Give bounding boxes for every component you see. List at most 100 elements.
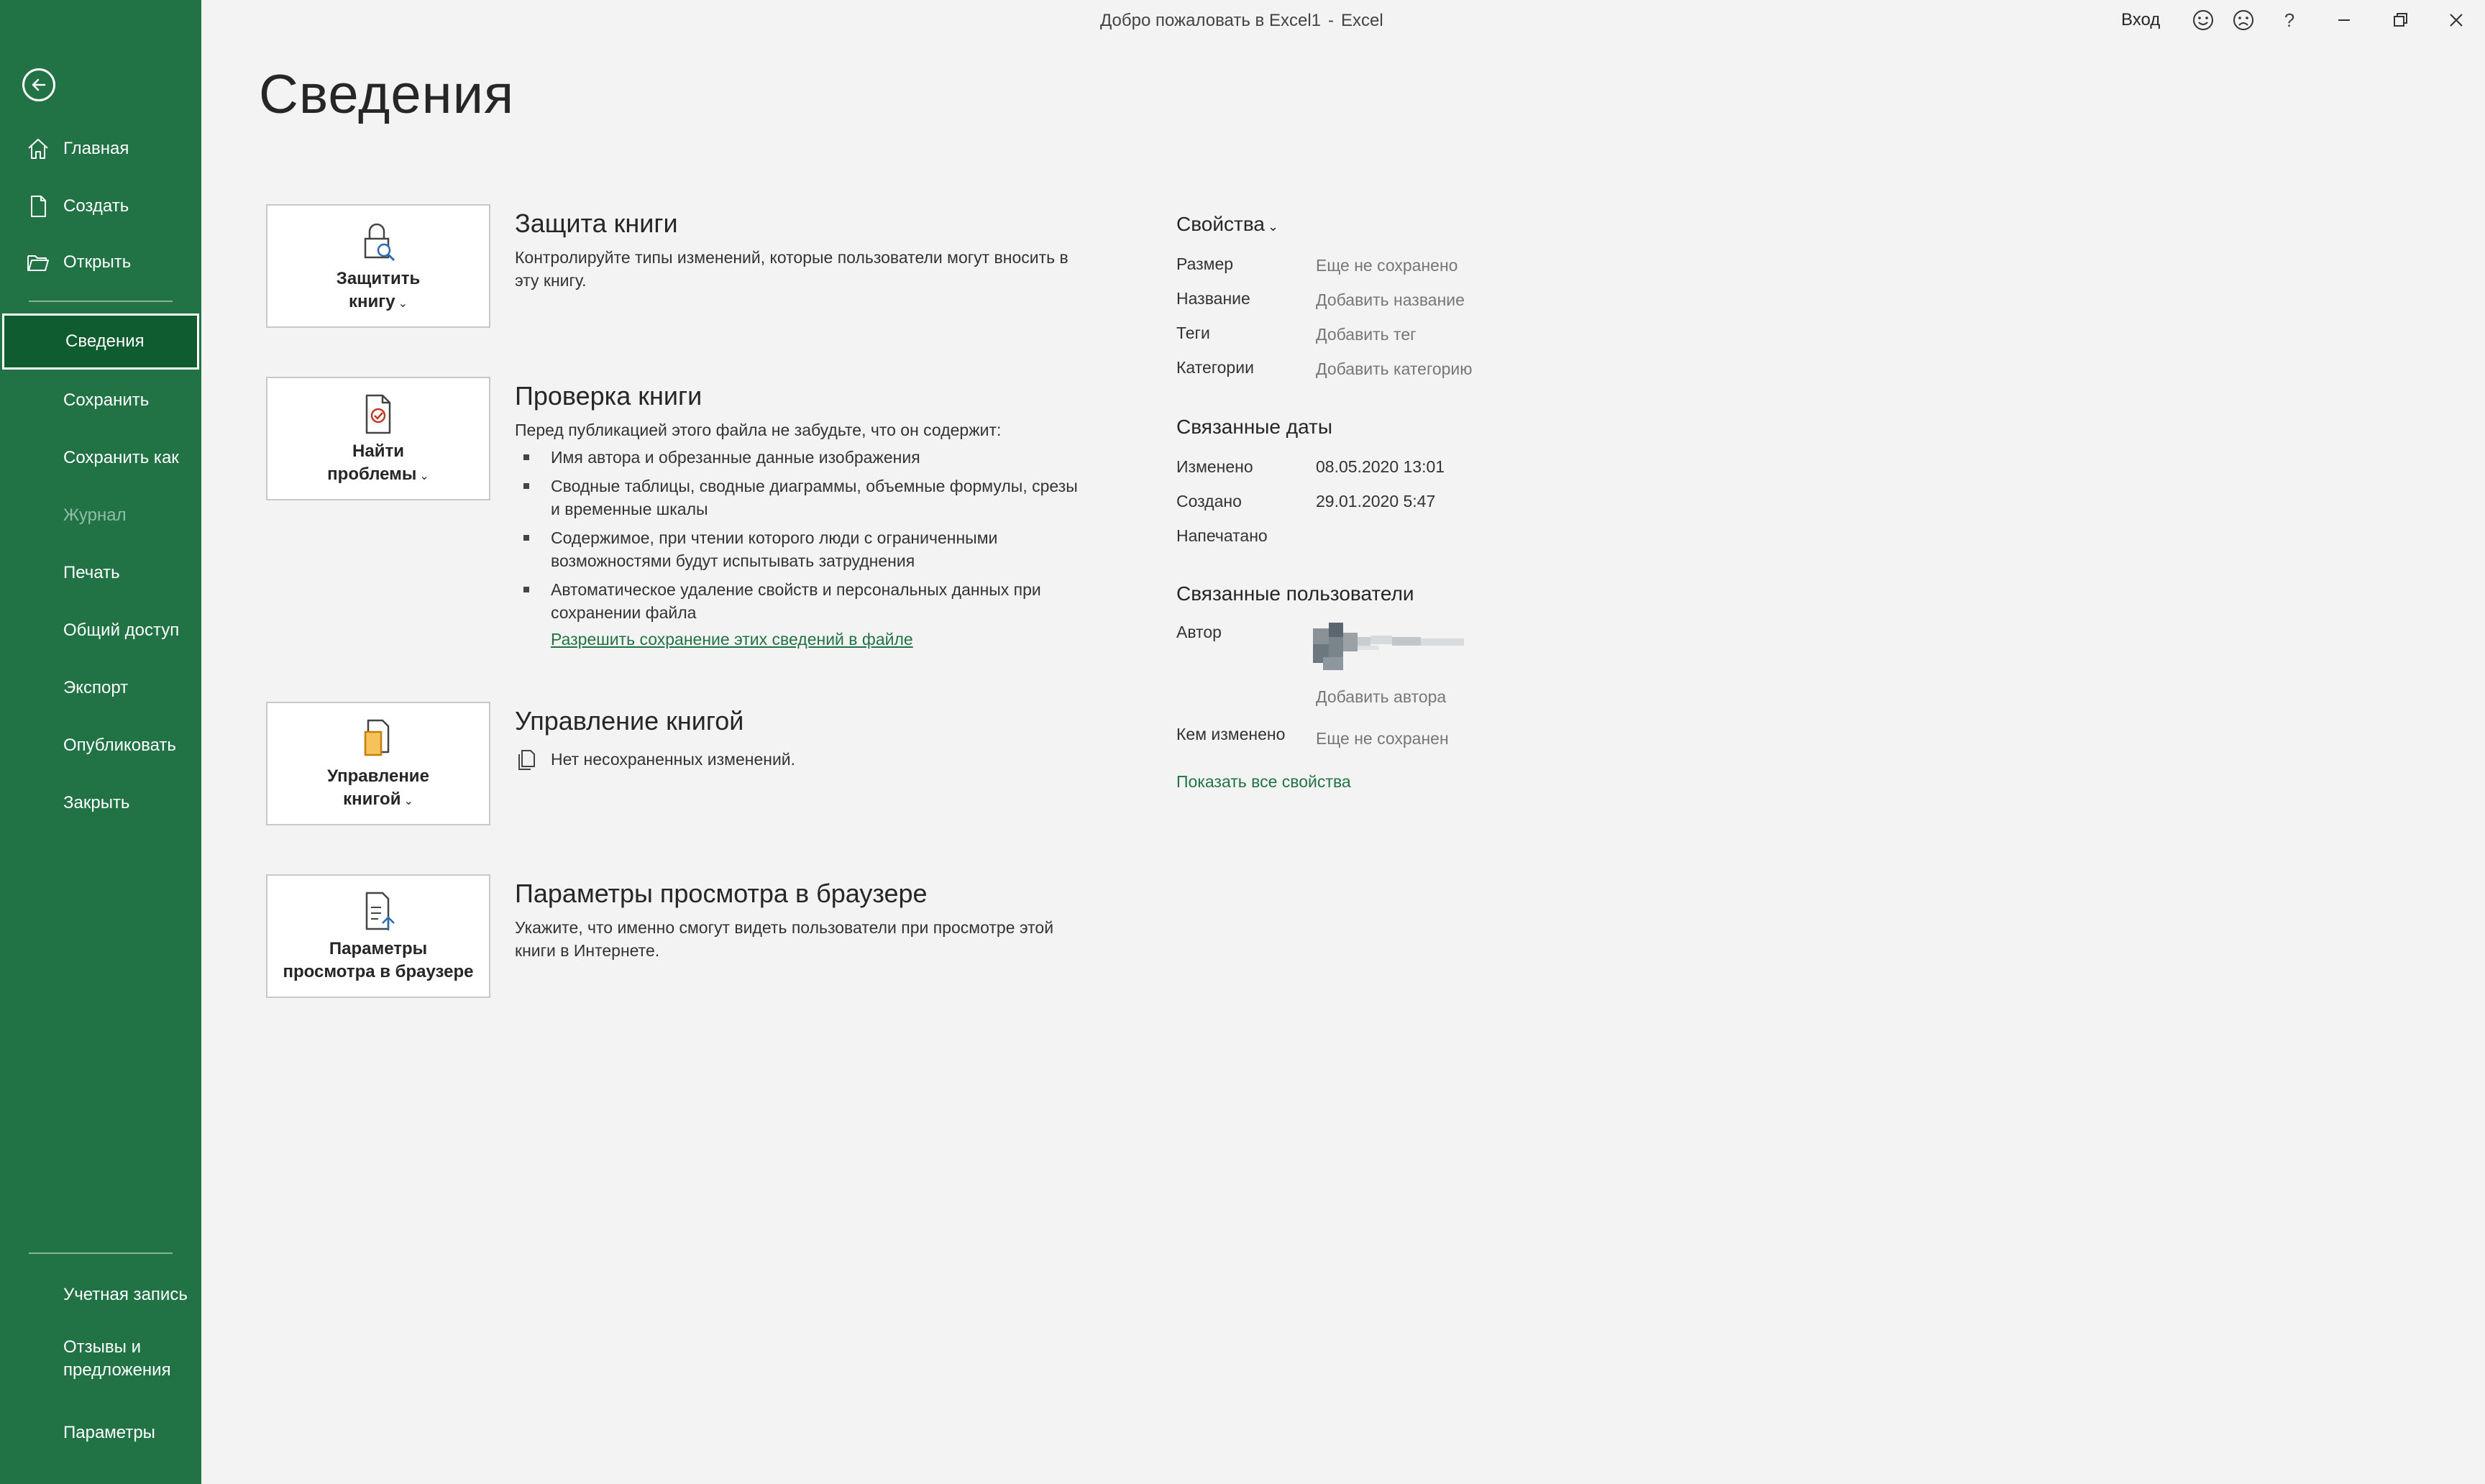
- restore-icon[interactable]: [2387, 7, 2413, 33]
- close-window-icon[interactable]: [2443, 7, 2469, 33]
- prop-value-created: 29.01.2020 5:47: [1316, 492, 1436, 510]
- sidebar-item-label: Открыть: [63, 252, 132, 272]
- author-avatar[interactable]: [1313, 623, 1486, 673]
- sidebar-item-account[interactable]: Учетная запись: [0, 1267, 201, 1323]
- help-icon[interactable]: ?: [2276, 7, 2302, 33]
- minimize-icon[interactable]: [2331, 7, 2357, 33]
- protect-desc: Контролируйте типы изменений, которые по…: [515, 248, 1068, 290]
- window-title: Добро пожаловать в Excel1- Excel: [1100, 11, 1383, 30]
- properties-dropdown[interactable]: Свойства ⌄: [1176, 213, 1278, 236]
- sidebar-item-export[interactable]: Экспорт: [0, 660, 201, 716]
- manage-status-row: Нет несохраненных изменений.: [515, 748, 795, 771]
- sidebar-item-label: Отзывы и предложения: [63, 1337, 171, 1380]
- sidebar-item-label: Общий доступ: [63, 620, 180, 640]
- tile-label: Защитить книгу ⌄: [336, 269, 421, 311]
- sidebar-item-label: Печать: [63, 563, 120, 582]
- show-all-properties-link[interactable]: Показать все свойства: [1176, 772, 1351, 792]
- sidebar-item-label: Закрыть: [63, 793, 130, 812]
- prop-value-size: Еще не сохранено: [1316, 256, 1458, 275]
- inspect-desc: Перед публикацией этого файла не забудьт…: [515, 421, 1002, 439]
- chevron-down-icon: ⌄: [403, 795, 413, 807]
- list-item: Сводные таблицы, сводные диаграммы, объе…: [515, 475, 1090, 521]
- manage-status: Нет несохраненных изменений.: [551, 749, 796, 769]
- sidebar-item-print[interactable]: Печать: [0, 545, 201, 601]
- list-item: Имя автора и обрезанные данные изображен…: [515, 446, 1090, 469]
- related-dates-header: Связанные даты: [1176, 416, 1332, 438]
- tags-field[interactable]: Добавить тег: [1316, 325, 1417, 344]
- prop-value-modified-by: Еще не сохранен: [1316, 729, 1449, 748]
- categories-field[interactable]: Добавить категорию: [1316, 359, 1473, 379]
- manage-workbook-icon: [355, 716, 401, 762]
- document-check-icon: [355, 391, 401, 437]
- inspect-title: Проверка книги: [515, 381, 703, 411]
- allow-save-info-link[interactable]: Разрешить сохранение этих сведений в фай…: [551, 630, 913, 649]
- sidebar-item-label: Экспорт: [63, 678, 129, 697]
- back-button[interactable]: [22, 68, 55, 101]
- sidebar-item-label: Опубликовать: [63, 736, 176, 755]
- tile-label: Найти проблемы ⌄: [327, 441, 429, 484]
- prop-value-modified: 08.05.2020 13:01: [1316, 457, 1445, 476]
- sidebar-item-label: Главная: [63, 139, 129, 158]
- sidebar-item-options[interactable]: Параметры: [0, 1405, 201, 1461]
- sidebar-item-label: Сохранить как: [63, 448, 179, 467]
- lock-search-icon: [355, 219, 401, 265]
- prop-label-author: Автор: [1176, 623, 1222, 641]
- sidebar-item-label: Журнал: [63, 505, 127, 525]
- frown-feedback-icon[interactable]: [2230, 7, 2256, 33]
- sidebar-item-history: Журнал: [0, 487, 201, 544]
- sign-in-link[interactable]: Вход: [2121, 10, 2160, 30]
- page-title: Сведения: [259, 64, 515, 125]
- sidebar-item-label: Создать: [63, 196, 129, 216]
- add-author-link[interactable]: Добавить автора: [1316, 687, 1446, 707]
- browser-desc: Укажите, что именно смогут видеть пользо…: [515, 918, 1054, 960]
- sidebar-item-label: Учетная запись: [63, 1285, 188, 1304]
- chevron-down-icon: ⌄: [1267, 219, 1279, 234]
- browser-title: Параметры просмотра в браузере: [515, 879, 928, 908]
- prop-label-modified: Изменено: [1176, 457, 1253, 476]
- prop-label-modified-by: Кем изменено: [1176, 725, 1286, 743]
- sidebar-divider: [29, 1252, 173, 1254]
- list-item: Содержимое, при чтении которого люди с о…: [515, 526, 1090, 572]
- sidebar-item-feedback[interactable]: Отзывы и предложения: [0, 1329, 201, 1393]
- document-copy-icon: [518, 750, 535, 770]
- prop-label-title: Название: [1176, 289, 1250, 308]
- sidebar-item-info[interactable]: Сведения: [2, 313, 199, 370]
- tile-label: Параметры просмотра в браузере: [283, 939, 474, 981]
- prop-label-tags: Теги: [1176, 324, 1210, 342]
- inspect-bullet-list: Имя автора и обрезанные данные изображен…: [515, 446, 1090, 630]
- sidebar-item-new[interactable]: Создать: [0, 178, 201, 234]
- chevron-down-icon: ⌄: [419, 470, 429, 482]
- sidebar-item-publish[interactable]: Опубликовать: [0, 718, 201, 774]
- sidebar-item-label: Сохранить: [63, 390, 150, 410]
- new-document-icon: [26, 194, 50, 219]
- sidebar-item-save[interactable]: Сохранить: [0, 372, 201, 429]
- related-people-header: Связанные пользователи: [1176, 582, 1414, 605]
- sidebar-item-open[interactable]: Открыть: [0, 234, 201, 290]
- tile-label: Управление книгой ⌄: [327, 766, 429, 809]
- manage-title: Управление книгой: [515, 706, 744, 736]
- browser-view-options-button[interactable]: Параметры просмотра в браузере: [266, 874, 490, 998]
- home-icon: [26, 137, 50, 161]
- sidebar-divider: [29, 301, 173, 302]
- chevron-down-icon: ⌄: [398, 298, 408, 310]
- prop-label-created: Создано: [1176, 492, 1242, 510]
- prop-label-printed: Напечатано: [1176, 526, 1268, 545]
- backstage-sidebar: Главная Создать Открыть Сведения Сохрани…: [0, 0, 201, 1484]
- smile-feedback-icon[interactable]: [2190, 7, 2216, 33]
- protect-workbook-button[interactable]: Защитить книгу ⌄: [266, 204, 490, 328]
- open-folder-icon: [26, 250, 50, 275]
- prop-label-categories: Категории: [1176, 358, 1254, 377]
- list-item: Автоматическое удаление свойств и персон…: [515, 578, 1090, 624]
- sidebar-item-share[interactable]: Общий доступ: [0, 603, 201, 659]
- sidebar-item-save-as[interactable]: Сохранить как: [0, 430, 201, 486]
- protect-title: Защита книги: [515, 209, 678, 238]
- sidebar-item-close[interactable]: Закрыть: [0, 775, 201, 831]
- sidebar-item-label: Параметры: [63, 1423, 155, 1442]
- sidebar-item-home[interactable]: Главная: [0, 121, 201, 177]
- check-issues-button[interactable]: Найти проблемы ⌄: [266, 377, 490, 500]
- document-upload-icon: [355, 889, 401, 935]
- prop-label-size: Размер: [1176, 255, 1234, 273]
- sidebar-item-label: Сведения: [65, 331, 145, 351]
- title-field[interactable]: Добавить название: [1316, 290, 1465, 310]
- manage-workbook-button[interactable]: Управление книгой ⌄: [266, 702, 490, 825]
